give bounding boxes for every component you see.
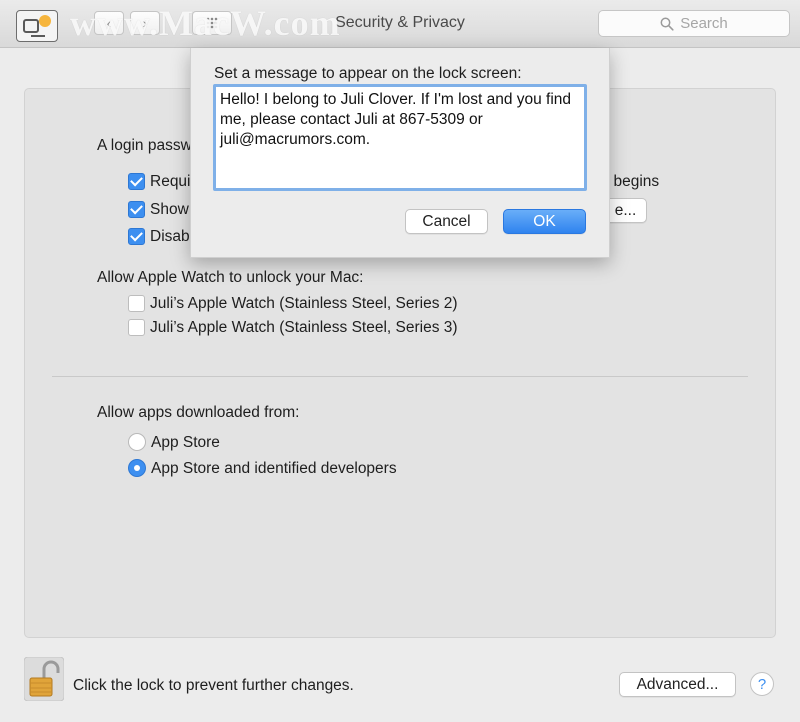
show-all-button[interactable] [192,11,232,35]
show-message-label: Show [150,201,189,218]
lock-message-sheet: Set a message to appear on the lock scre… [190,48,610,258]
grid-icon [206,17,218,29]
navigation-buttons: ‹ › [94,11,160,35]
lock-status-text: Click the lock to prevent further change… [73,677,354,694]
chevron-left-icon: ‹ [106,15,112,31]
lock-message-prompt: Set a message to appear on the lock scre… [214,65,522,82]
advanced-button[interactable]: Advanced... [619,672,736,697]
identified-developers-radio[interactable] [128,459,146,477]
help-button[interactable]: ? [750,672,774,696]
watch-series3-label: Juli’s Apple Watch (Stainless Steel, Ser… [150,319,458,336]
require-password-checkbox[interactable] [128,173,145,190]
advanced-label: Advanced... [636,675,719,693]
identified-developers-label: App Store and identified developers [151,460,397,477]
disable-login-label: Disab [150,228,190,245]
downloads-heading: Allow apps downloaded from: [97,404,300,421]
app-store-label: App Store [151,434,220,451]
stand-glyph [31,35,45,37]
chevron-right-icon: › [142,15,148,31]
window-title: Security & Privacy [335,14,465,31]
login-password-label: A login passw [97,137,192,154]
search-placeholder: Search [680,15,728,32]
system-preferences-icon[interactable] [16,10,58,42]
app-store-radio[interactable] [128,433,146,451]
back-button[interactable]: ‹ [94,11,124,35]
unlocked-lock-icon[interactable] [24,657,64,701]
ok-label: OK [533,212,556,230]
toolbar: ‹ › Security & Privacy Search www.MacW.c… [0,0,800,48]
watch-series2-label: Juli’s Apple Watch (Stainless Steel, Ser… [150,295,458,312]
apple-watch-heading: Allow Apple Watch to unlock your Mac: [97,269,364,286]
sun-glyph [39,15,51,27]
watch-series2-checkbox[interactable] [128,295,145,312]
show-message-checkbox[interactable] [128,201,145,218]
monitor-glyph [23,19,39,33]
forward-button[interactable]: › [130,11,160,35]
watch-series3-checkbox[interactable] [128,319,145,336]
help-icon: ? [757,675,767,693]
cancel-button[interactable]: Cancel [405,209,488,234]
require-password-label: Requi [150,173,191,190]
security-privacy-window: ‹ › Security & Privacy Search www.MacW.c… [0,0,800,722]
after-sleep-label-partial: r begins [604,173,660,190]
ok-button[interactable]: OK [503,209,586,234]
cancel-label: Cancel [422,212,471,230]
search-icon [660,17,674,31]
disable-login-checkbox[interactable] [128,228,145,245]
search-field[interactable]: Search [598,10,790,37]
section-divider [52,376,748,377]
lock-message-textarea[interactable] [213,84,587,191]
